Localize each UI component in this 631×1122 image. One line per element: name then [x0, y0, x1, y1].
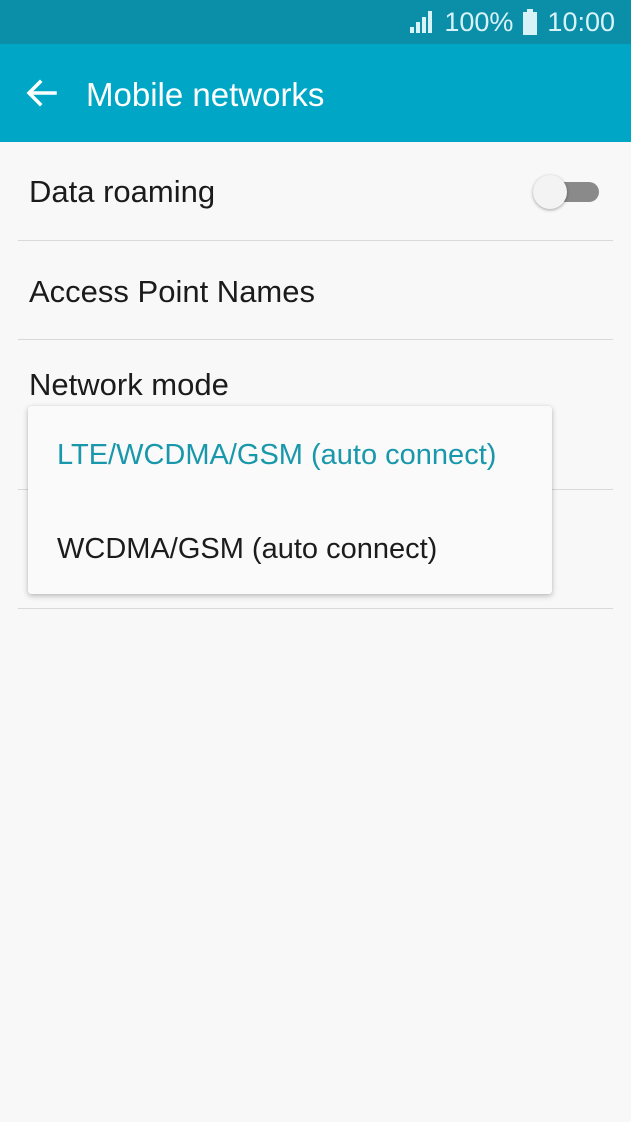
- network-mode-label: Network mode: [29, 367, 229, 402]
- status-icons: 100% 10:00: [410, 0, 615, 44]
- back-arrow-icon[interactable]: [18, 69, 66, 117]
- network-mode-dropdown: LTE/WCDMA/GSM (auto connect) WCDMA/GSM (…: [28, 406, 552, 594]
- battery-icon: [523, 9, 538, 35]
- app-bar: Mobile networks: [0, 44, 631, 142]
- signal-icon: [410, 11, 434, 33]
- network-mode-option-wcdma[interactable]: WCDMA/GSM (auto connect): [28, 500, 552, 594]
- access-point-names-row[interactable]: Access Point Names: [0, 241, 631, 339]
- toggle-thumb: [533, 175, 567, 209]
- battery-percentage: 100%: [444, 6, 514, 37]
- option-label: WCDMA/GSM (auto connect): [57, 533, 438, 565]
- data-roaming-row[interactable]: Data roaming: [0, 142, 631, 240]
- divider: [18, 608, 613, 609]
- option-label: LTE/WCDMA/GSM (auto connect): [57, 439, 497, 471]
- status-bar: 100% 10:00: [0, 0, 631, 44]
- data-roaming-toggle[interactable]: [533, 175, 599, 209]
- clock: 10:00: [547, 6, 615, 37]
- network-mode-option-lte[interactable]: LTE/WCDMA/GSM (auto connect): [28, 406, 552, 500]
- page-title: Mobile networks: [86, 76, 325, 113]
- access-point-names-label: Access Point Names: [29, 274, 315, 309]
- data-roaming-label: Data roaming: [29, 174, 216, 209]
